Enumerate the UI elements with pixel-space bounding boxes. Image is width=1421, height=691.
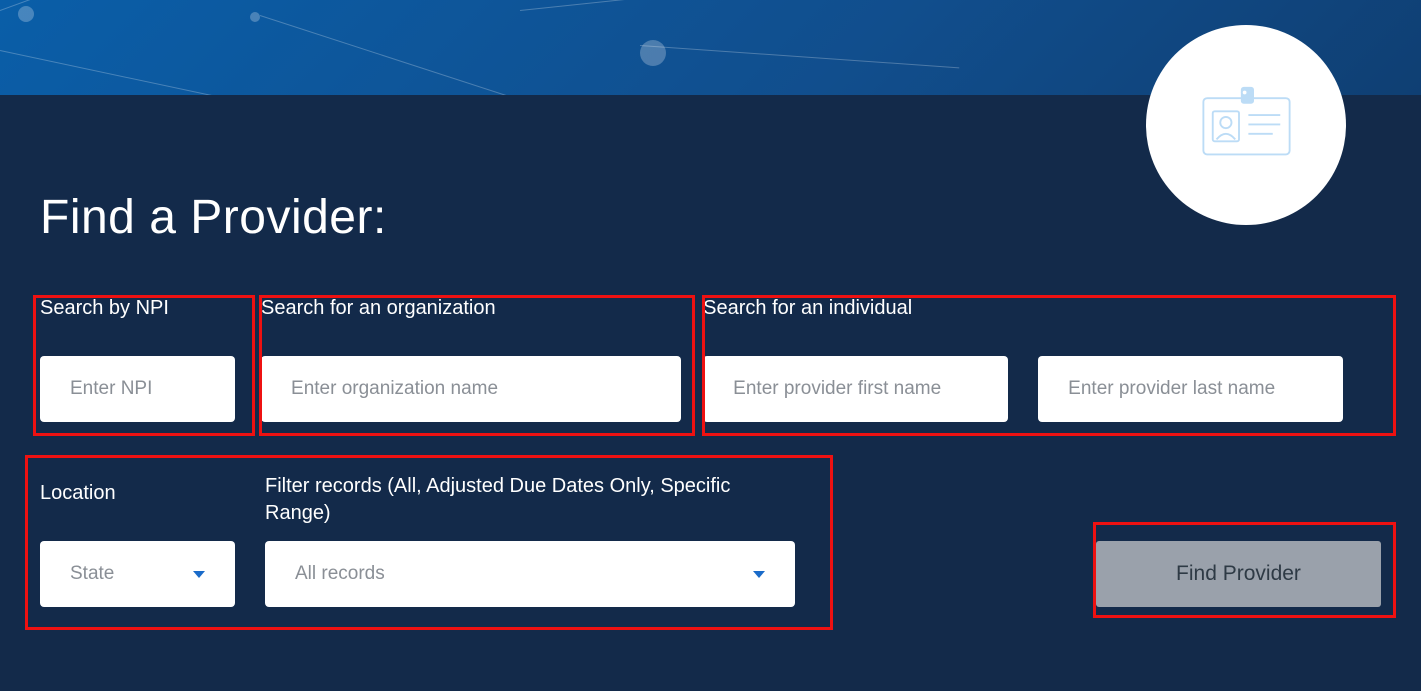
group-search-individual: Search for an individual bbox=[703, 295, 1381, 422]
label-search-npi: Search by NPI bbox=[40, 295, 261, 322]
location-select[interactable]: State bbox=[40, 541, 235, 607]
label-filter-records: Filter records (All, Adjusted Due Dates … bbox=[265, 473, 735, 527]
search-panel: Find a Provider: Search by NPI Search fo… bbox=[0, 95, 1421, 691]
group-location: Location State bbox=[40, 450, 265, 607]
organization-name-input[interactable] bbox=[261, 356, 681, 422]
group-search-npi: Search by NPI bbox=[40, 295, 261, 422]
label-search-individual: Search for an individual bbox=[703, 295, 1381, 322]
provider-last-name-input[interactable] bbox=[1038, 356, 1343, 422]
group-search-organization: Search for an organization bbox=[261, 295, 698, 422]
label-search-organization: Search for an organization bbox=[261, 295, 698, 322]
filter-selected-value: All records bbox=[295, 563, 385, 585]
chevron-down-icon bbox=[753, 571, 765, 578]
id-badge-icon bbox=[1199, 85, 1294, 165]
find-provider-button[interactable]: Find Provider bbox=[1096, 541, 1381, 607]
group-filter-records: Filter records (All, Adjusted Due Dates … bbox=[265, 473, 805, 607]
id-badge-circle bbox=[1146, 25, 1346, 225]
label-location: Location bbox=[40, 480, 265, 507]
npi-input[interactable] bbox=[40, 356, 235, 422]
provider-first-name-input[interactable] bbox=[703, 356, 1008, 422]
filter-records-select[interactable]: All records bbox=[265, 541, 795, 607]
chevron-down-icon bbox=[193, 571, 205, 578]
location-selected-value: State bbox=[70, 563, 114, 585]
